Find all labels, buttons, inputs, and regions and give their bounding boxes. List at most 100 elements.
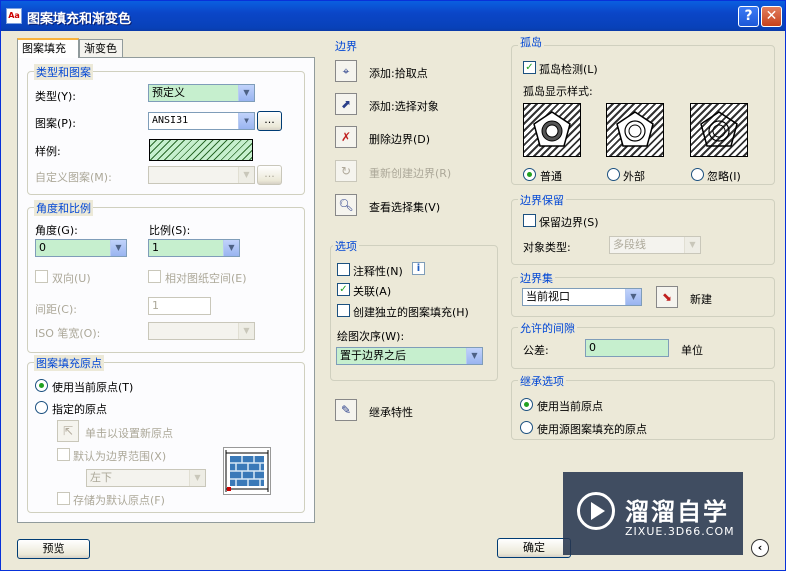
- add-select-objects-label: 添加:选择对象: [369, 100, 439, 113]
- chevron-left-icon: ‹: [757, 541, 763, 554]
- island-ignore-label: 忽略(I): [707, 170, 741, 183]
- origin-preview-image: [223, 447, 271, 495]
- add-select-objects-button[interactable]: ⬈: [335, 93, 357, 115]
- specified-origin-radio[interactable]: [35, 401, 48, 414]
- iso-pen-select[interactable]: ▼: [148, 322, 255, 340]
- help-button[interactable]: ?: [738, 6, 759, 27]
- inherit-source-origin-radio[interactable]: [520, 421, 533, 434]
- type-select[interactable]: 预定义 ▼: [148, 84, 255, 102]
- inherit-current-origin-radio[interactable]: [520, 398, 533, 411]
- default-boundary-label: 默认为边界范围(X): [73, 450, 167, 463]
- new-boundary-icon: ⬊: [661, 290, 673, 304]
- associative-checkbox[interactable]: ✓: [337, 283, 350, 296]
- view-selections-button[interactable]: 🔍︎: [335, 194, 357, 216]
- title-bar[interactable]: Aa 图案填充和渐变色 ? ✕: [1, 1, 785, 31]
- type-pattern-title: 类型和图案: [34, 64, 93, 80]
- angle-scale-title: 角度和比例: [34, 200, 93, 216]
- draw-order-value: 置于边界之后: [340, 349, 406, 362]
- double-checkbox[interactable]: [35, 270, 48, 283]
- boundary-title: 边界: [335, 40, 357, 53]
- boundary-retention-group: 边界保留: [511, 192, 775, 265]
- chevron-down-icon: ▼: [223, 240, 239, 256]
- more-options-button[interactable]: ‹: [751, 539, 769, 557]
- use-current-origin-label: 使用当前原点(T): [52, 381, 134, 394]
- custom-browse-button[interactable]: ...: [257, 165, 282, 185]
- recreate-boundary-icon: ↻: [340, 164, 352, 178]
- pattern-sample-swatch[interactable]: [149, 139, 253, 161]
- angle-select[interactable]: 0 ▼: [35, 239, 127, 257]
- tab-gradient[interactable]: 渐变色: [79, 39, 123, 58]
- retain-boundaries-checkbox[interactable]: [523, 214, 536, 227]
- scale-select[interactable]: 1 ▼: [148, 239, 240, 257]
- boundary-set-value: 当前视口: [526, 290, 570, 303]
- custom-pattern-select[interactable]: ▼: [148, 166, 255, 184]
- play-triangle-icon: [591, 502, 605, 520]
- preview-button[interactable]: 预览: [17, 539, 90, 559]
- island-normal-preview[interactable]: [523, 103, 581, 157]
- separate-hatches-label: 创建独立的图案填充(H): [353, 306, 469, 319]
- cursor-pick-icon: ⇱: [62, 424, 74, 438]
- store-default-checkbox[interactable]: [57, 492, 70, 505]
- island-detection-label: 孤岛检测(L): [539, 63, 598, 76]
- island-ignore-radio[interactable]: [691, 168, 704, 181]
- island-normal-radio[interactable]: [523, 168, 536, 181]
- default-boundary-checkbox[interactable]: [57, 448, 70, 461]
- hatch-origin-title: 图案填充原点: [34, 355, 104, 371]
- set-origin-button[interactable]: ⇱: [57, 420, 79, 442]
- island-detection-checkbox[interactable]: ✓: [523, 61, 536, 74]
- remove-boundaries-label: 删除边界(D): [369, 133, 431, 146]
- chevron-down-icon: ▼: [189, 470, 205, 486]
- chevron-down-icon: ▼: [684, 237, 700, 253]
- island-normal-icon: [533, 111, 571, 147]
- chevron-down-icon: ▼: [466, 348, 482, 364]
- use-current-origin-radio[interactable]: [35, 379, 48, 392]
- info-icon[interactable]: i: [412, 262, 425, 275]
- type-label: 类型(Y):: [35, 90, 77, 103]
- gap-tolerance-title: 允许的间隙: [518, 320, 577, 336]
- pattern-select[interactable]: ANSI31 ▼: [148, 112, 255, 130]
- recreate-boundary-button[interactable]: ↻: [335, 160, 357, 182]
- options-title: 选项: [333, 238, 359, 254]
- separate-hatches-checkbox[interactable]: [337, 304, 350, 317]
- add-pick-points-button[interactable]: ⌖: [335, 60, 357, 82]
- watermark-overlay: 溜溜自学 ZIXUE.3D66.COM: [563, 472, 743, 555]
- draw-order-select[interactable]: 置于边界之后 ▼: [336, 347, 483, 365]
- tab-hatch[interactable]: 图案填充: [17, 38, 79, 58]
- double-label: 双向(U): [52, 272, 91, 285]
- close-button[interactable]: ✕: [761, 6, 782, 27]
- annotative-label: 注释性(N): [353, 265, 403, 278]
- island-ignore-preview[interactable]: [690, 103, 748, 157]
- chevron-down-icon: ▼: [625, 289, 641, 305]
- iso-pen-label: ISO 笔宽(O):: [35, 327, 101, 340]
- origin-position-value: 左下: [90, 471, 112, 484]
- window-title: 图案填充和渐变色: [27, 12, 132, 27]
- retain-boundaries-label: 保留边界(S): [539, 216, 599, 229]
- ok-button[interactable]: 确定: [497, 538, 571, 558]
- select-objects-icon: ⬈: [340, 97, 352, 111]
- object-type-select[interactable]: 多段线 ▼: [609, 236, 701, 254]
- pattern-browse-button[interactable]: ...: [257, 111, 282, 131]
- inherit-properties-button[interactable]: ✎: [335, 399, 357, 421]
- type-value: 预定义: [152, 86, 185, 99]
- island-outer-preview[interactable]: [606, 103, 664, 157]
- boundary-set-title: 边界集: [518, 270, 555, 286]
- chevron-down-icon: ▼: [238, 85, 254, 101]
- islands-title: 孤岛: [518, 34, 544, 50]
- annotative-checkbox[interactable]: [337, 263, 350, 276]
- island-outer-radio[interactable]: [607, 168, 620, 181]
- scale-label: 比例(S):: [149, 224, 191, 237]
- tolerance-input[interactable]: 0: [585, 339, 669, 357]
- boundary-set-select[interactable]: 当前视口 ▼: [522, 288, 642, 306]
- new-boundary-set-button[interactable]: ⬊: [656, 286, 678, 308]
- relative-paper-checkbox[interactable]: [148, 270, 161, 283]
- origin-position-select[interactable]: 左下 ▼: [86, 469, 206, 487]
- object-type-value: 多段线: [613, 238, 646, 251]
- remove-boundaries-button[interactable]: ✗: [335, 126, 357, 148]
- spacing-input[interactable]: 1: [148, 297, 211, 315]
- pick-point-icon: ⌖: [342, 64, 350, 78]
- brick-pattern-icon: [225, 450, 269, 492]
- hatch-gradient-dialog: Aa 图案填充和渐变色 ? ✕ 图案填充 渐变色 类型和图案 类型(Y): 预定…: [0, 0, 786, 571]
- object-type-label: 对象类型:: [523, 241, 571, 254]
- inherit-options-title: 继承选项: [518, 373, 566, 389]
- brush-icon: ✎: [340, 403, 352, 417]
